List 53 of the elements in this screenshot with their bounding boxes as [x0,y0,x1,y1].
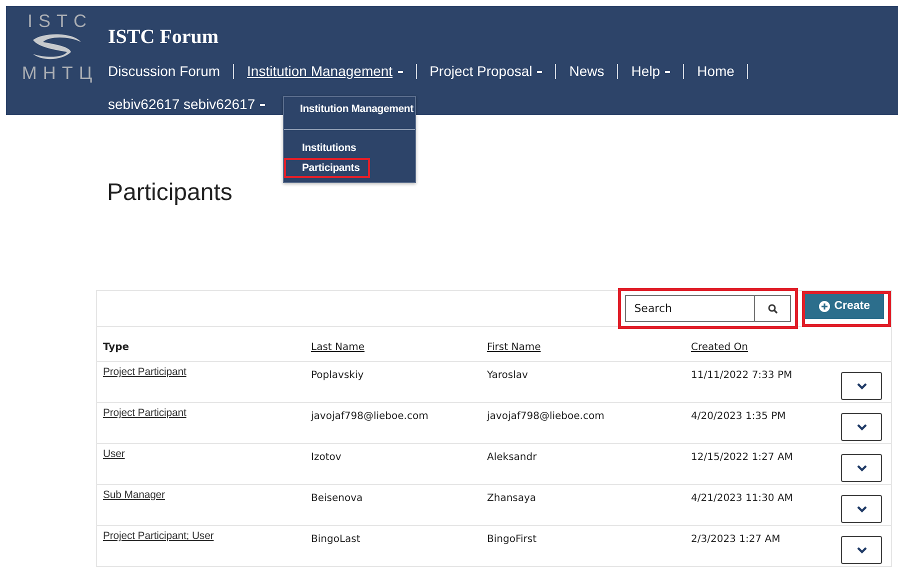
menu-item[interactable]: Participants [284,158,370,178]
chevron-down-icon [856,464,866,472]
user-menu[interactable]: sebiv62617 sebiv62617 [108,96,266,112]
plus-circle-icon [819,300,830,312]
nav-link[interactable]: Institution Management [247,63,403,79]
type-link[interactable]: User [103,440,125,460]
table-cell-text: BingoFirst [487,533,538,545]
table-cell-text: 11/11/2022 7:33 PM [691,369,794,381]
nav-link[interactable]: Help [631,63,670,79]
nav-link[interactable]: Home [697,63,734,79]
row-actions-button[interactable] [841,372,882,400]
table-cell-text: Yaroslav [487,369,529,381]
table-cell-text: javojaf798@lieboe.com [487,410,606,422]
table-cell-text: javojaf798@lieboe.com [311,410,430,422]
type-link[interactable]: Project Participant [103,358,186,378]
logo-text: ISTC [27,10,92,32]
row-actions-button[interactable] [841,495,882,523]
chevron-down-icon [856,424,866,430]
search-icon [768,304,778,314]
row-actions-button[interactable] [841,454,882,482]
nav-link[interactable]: Discussion Forum [108,63,220,79]
row-actions-button[interactable] [841,413,882,441]
table-cell-text: Aleksandr [487,451,538,463]
chevron-down-icon [856,382,866,390]
column-header[interactable]: Last Name [311,342,487,352]
nav-link[interactable]: News [569,63,604,79]
site-title: ISTC Forum [108,26,220,50]
search-button[interactable] [755,295,792,322]
row-actions-button[interactable] [841,536,882,564]
table-cell-text: 4/21/2023 11:30 AM [691,492,794,504]
column-header: Type [103,342,130,352]
column-header[interactable]: First Name [487,342,691,352]
table-cell-text: 2/3/2023 1:27 AM [691,533,782,545]
table-cell-text: BingoLast [311,533,362,545]
table-cell-text: Beisenova [311,492,364,504]
chevron-down-icon [856,506,866,512]
type-link[interactable]: Project Participant; User [103,522,214,542]
chevron-down-icon [856,546,866,554]
search-field[interactable]: Search [625,295,756,322]
page-title: Participants [107,179,234,208]
nav-link[interactable]: Project Proposal [430,63,542,79]
table-cell-text: 12/15/2022 1:27 AM [691,451,794,463]
menu-item[interactable]: Institutions [284,138,415,158]
table-cell-text: 4/20/2023 1:35 PM [691,410,787,422]
create-button[interactable]: Create [805,294,884,318]
table-cell-text: Izotov [311,451,342,463]
table-cell-text: Zhansaya [487,492,538,504]
logo-text: МНТЦ [22,62,98,84]
type-link[interactable]: Sub Manager [103,481,165,501]
type-link[interactable]: Project Participant [103,399,186,419]
table-cell-text: Poplavskiy [311,369,365,381]
menu-heading: Institution Management [284,97,415,130]
column-header[interactable]: Created On [691,342,841,352]
